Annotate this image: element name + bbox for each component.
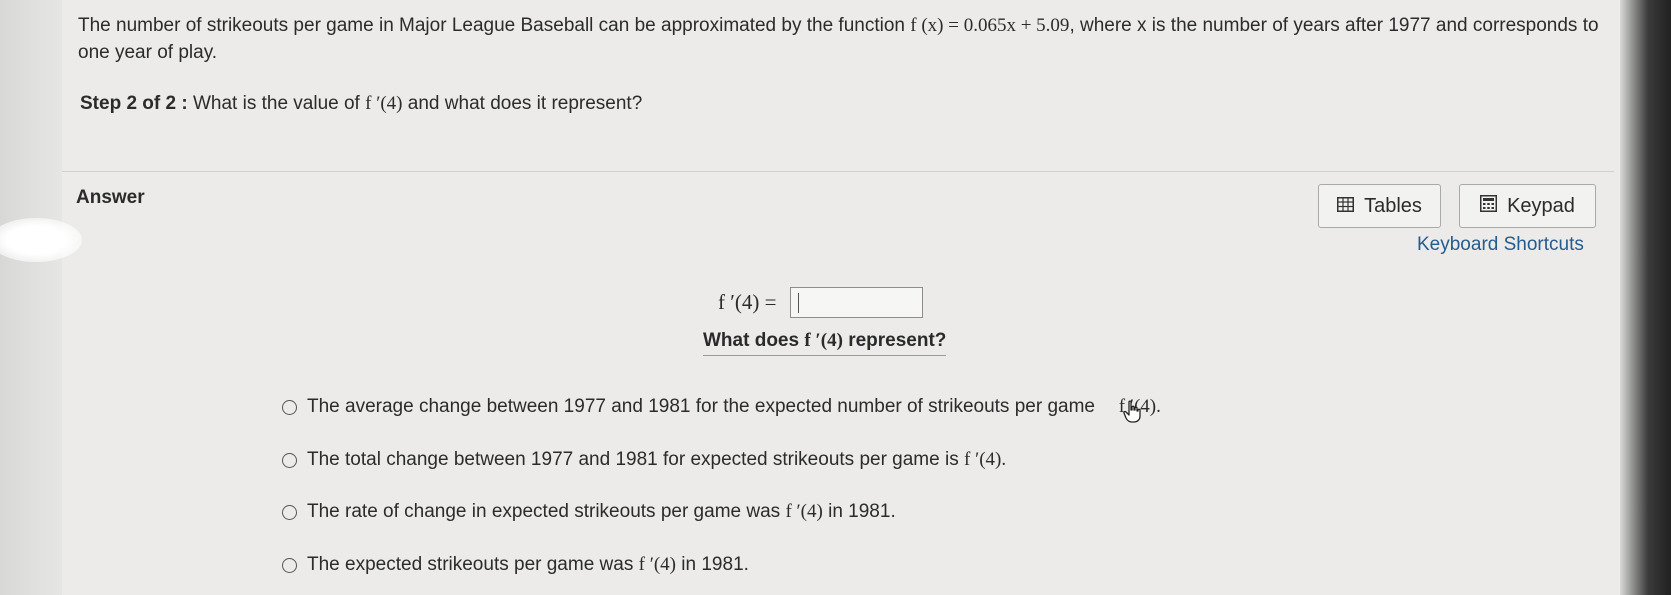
derivative-answer-input[interactable]	[790, 287, 924, 318]
represent-question: What does f ′(4) represent?	[703, 330, 947, 356]
represent-expression: f ′(4)	[804, 330, 843, 351]
option-connector: is	[1101, 396, 1115, 418]
option-tail: in 1981.	[828, 501, 896, 522]
screen-bezel-right	[1620, 0, 1671, 595]
step-text: What is the value of	[192, 93, 360, 114]
keyboard-shortcuts-link[interactable]: Keyboard Shortcuts	[1417, 234, 1584, 256]
radio-circle-icon[interactable]	[282, 452, 297, 468]
represent-prefix: What does	[703, 330, 800, 351]
option-expression: f ′(4).	[964, 449, 1007, 470]
keypad-button-label: Keypad	[1507, 194, 1575, 217]
option-expression: f ′(4)	[638, 554, 677, 575]
option-text: The average change between 1977 and 1981…	[307, 396, 1095, 417]
screen-bezel-left	[0, 0, 62, 595]
derivative-equation-label: f ′(4) =	[718, 290, 777, 314]
option-text: The expected strikeouts per game was	[307, 554, 634, 575]
calculator-icon	[1480, 194, 1498, 218]
keypad-button[interactable]: Keypad	[1459, 184, 1596, 228]
option-total-change[interactable]: The total change between 1977 and 1981 f…	[282, 449, 1006, 471]
radio-circle-icon[interactable]	[282, 504, 297, 520]
step-expression: f ′(4)	[365, 93, 403, 114]
option-rate-of-change[interactable]: The rate of change in expected strikeout…	[282, 501, 896, 523]
section-divider	[62, 171, 1614, 172]
radio-circle-icon[interactable]	[282, 557, 297, 573]
table-grid-icon	[1337, 195, 1355, 218]
hand-pointer-icon	[1122, 400, 1144, 429]
question-intro: The number of strikeouts per game in Maj…	[78, 15, 905, 36]
step-prompt: Step 2 of 2 : What is the value of f ′(4…	[80, 93, 642, 115]
option-tail: in 1981.	[681, 554, 749, 575]
question-text: The number of strikeouts per game in Maj…	[78, 12, 1608, 66]
tables-button[interactable]: Tables	[1318, 184, 1441, 228]
answer-label: Answer	[76, 187, 145, 208]
step-text-after: and what does it represent?	[407, 93, 643, 114]
option-text: The rate of change in expected strikeout…	[307, 501, 781, 522]
tables-button-label: Tables	[1364, 194, 1422, 217]
radio-circle-icon[interactable]	[282, 399, 297, 415]
text-caret	[798, 293, 800, 313]
option-expression: f ′(4)	[785, 501, 823, 522]
question-function: f (x) = 0.065x + 5.09	[910, 15, 1070, 36]
derivative-answer-row: f ′(4) =	[718, 287, 924, 318]
option-expected-strikeouts[interactable]: The expected strikeouts per game was f ′…	[282, 554, 749, 576]
step-label: Step 2 of 2 :	[80, 93, 188, 114]
option-average-change[interactable]: The average change between 1977 and 1981…	[282, 396, 1161, 418]
represent-suffix: represent?	[848, 330, 947, 351]
option-text: The total change between 1977 and 1981 f…	[307, 449, 959, 470]
